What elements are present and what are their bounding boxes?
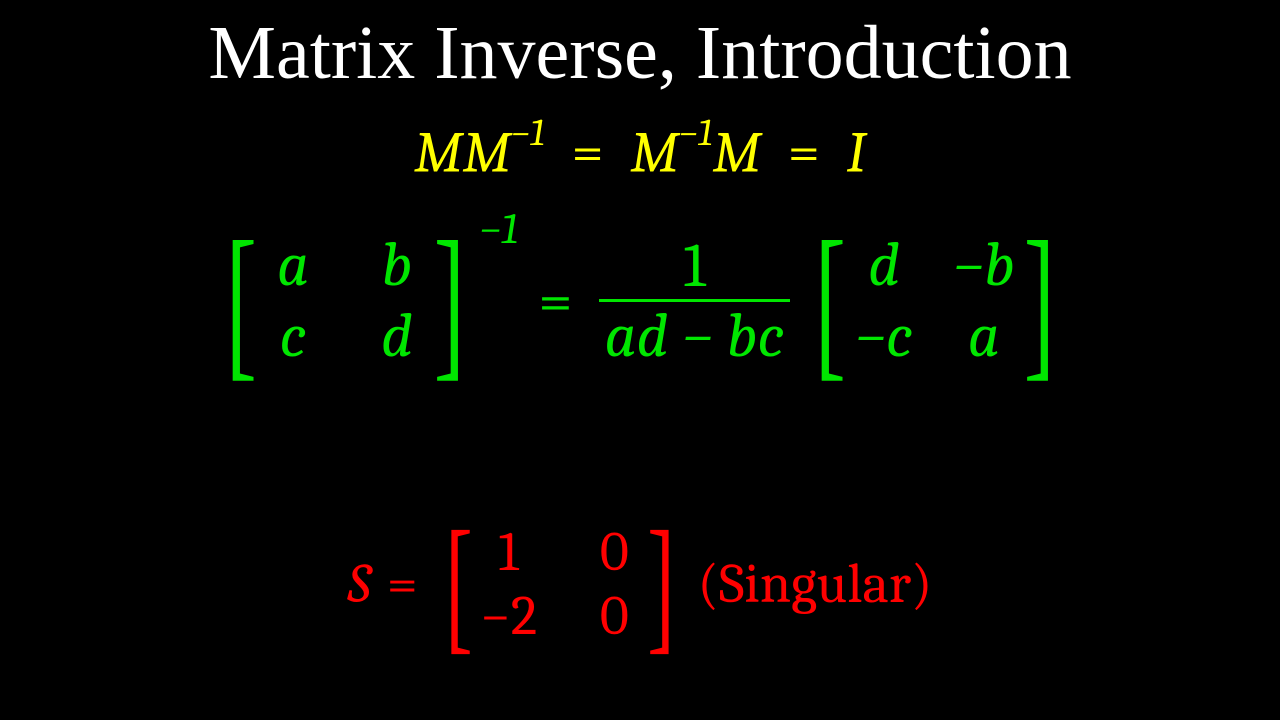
equation-singular-example: S = [ 1 0 −2 0 ] (Singular) — [0, 520, 1280, 649]
sym-M: M — [414, 119, 462, 186]
sup-neg1: −1 — [679, 112, 713, 155]
equation-inverse-definition: MM−1 = M−1M = I — [0, 118, 1280, 186]
matrix-S: [ 1 0 −2 0 ] — [434, 520, 686, 649]
left-bracket-icon: [ — [225, 235, 256, 368]
sym-M: M — [630, 119, 678, 186]
slide: Matrix Inverse, Introduction MM−1 = M−1M… — [0, 0, 1280, 720]
cell-d: d — [855, 230, 913, 301]
equals-sign: = — [387, 552, 418, 616]
cell-1: 1 — [480, 520, 537, 584]
equals-sign: = — [788, 119, 820, 186]
cell-0: 0 — [589, 520, 639, 584]
cell-a: a — [953, 301, 1015, 372]
sup-neg1: −1 — [511, 112, 545, 155]
slide-title: Matrix Inverse, Introduction — [0, 10, 1280, 97]
denominator-det: ad − bc — [605, 300, 785, 372]
matrix-adjugate: [ d −b −c a ] — [802, 230, 1067, 373]
right-bracket-icon: ] — [1024, 235, 1055, 368]
numerator-one: 1 — [677, 234, 711, 299]
left-bracket-icon: [ — [815, 235, 846, 368]
fraction-one-over-det: 1 ad − bc — [599, 234, 791, 369]
sym-M: M — [463, 119, 511, 186]
sym-S: S — [348, 552, 371, 616]
left-bracket-icon: [ — [445, 526, 472, 643]
equation-2x2-inverse-formula: [ a b c d ] −1 = 1 ad − bc [ d −b −c — [0, 230, 1280, 373]
equals-sign: = — [538, 265, 572, 337]
sym-M: M — [713, 119, 761, 186]
label-singular: (Singular) — [698, 552, 933, 616]
cell-c: c — [265, 301, 321, 372]
sup-neg1: −1 — [479, 204, 518, 254]
cell-neg2: −2 — [480, 584, 537, 648]
cell-d: d — [369, 301, 425, 372]
cell-a: a — [265, 230, 321, 301]
matrix-abcd: a b c d — [265, 230, 425, 373]
cell-negb: −b — [953, 230, 1015, 301]
cell-negc: −c — [855, 301, 913, 372]
sym-I: I — [847, 119, 866, 186]
cell-0: 0 — [589, 584, 639, 648]
right-bracket-icon: ] — [647, 526, 674, 643]
matrix-abcd-inverse: [ a b c d ] −1 — [213, 230, 519, 373]
equals-sign: = — [572, 119, 604, 186]
right-bracket-icon: ] — [434, 235, 465, 368]
cell-b: b — [369, 230, 425, 301]
